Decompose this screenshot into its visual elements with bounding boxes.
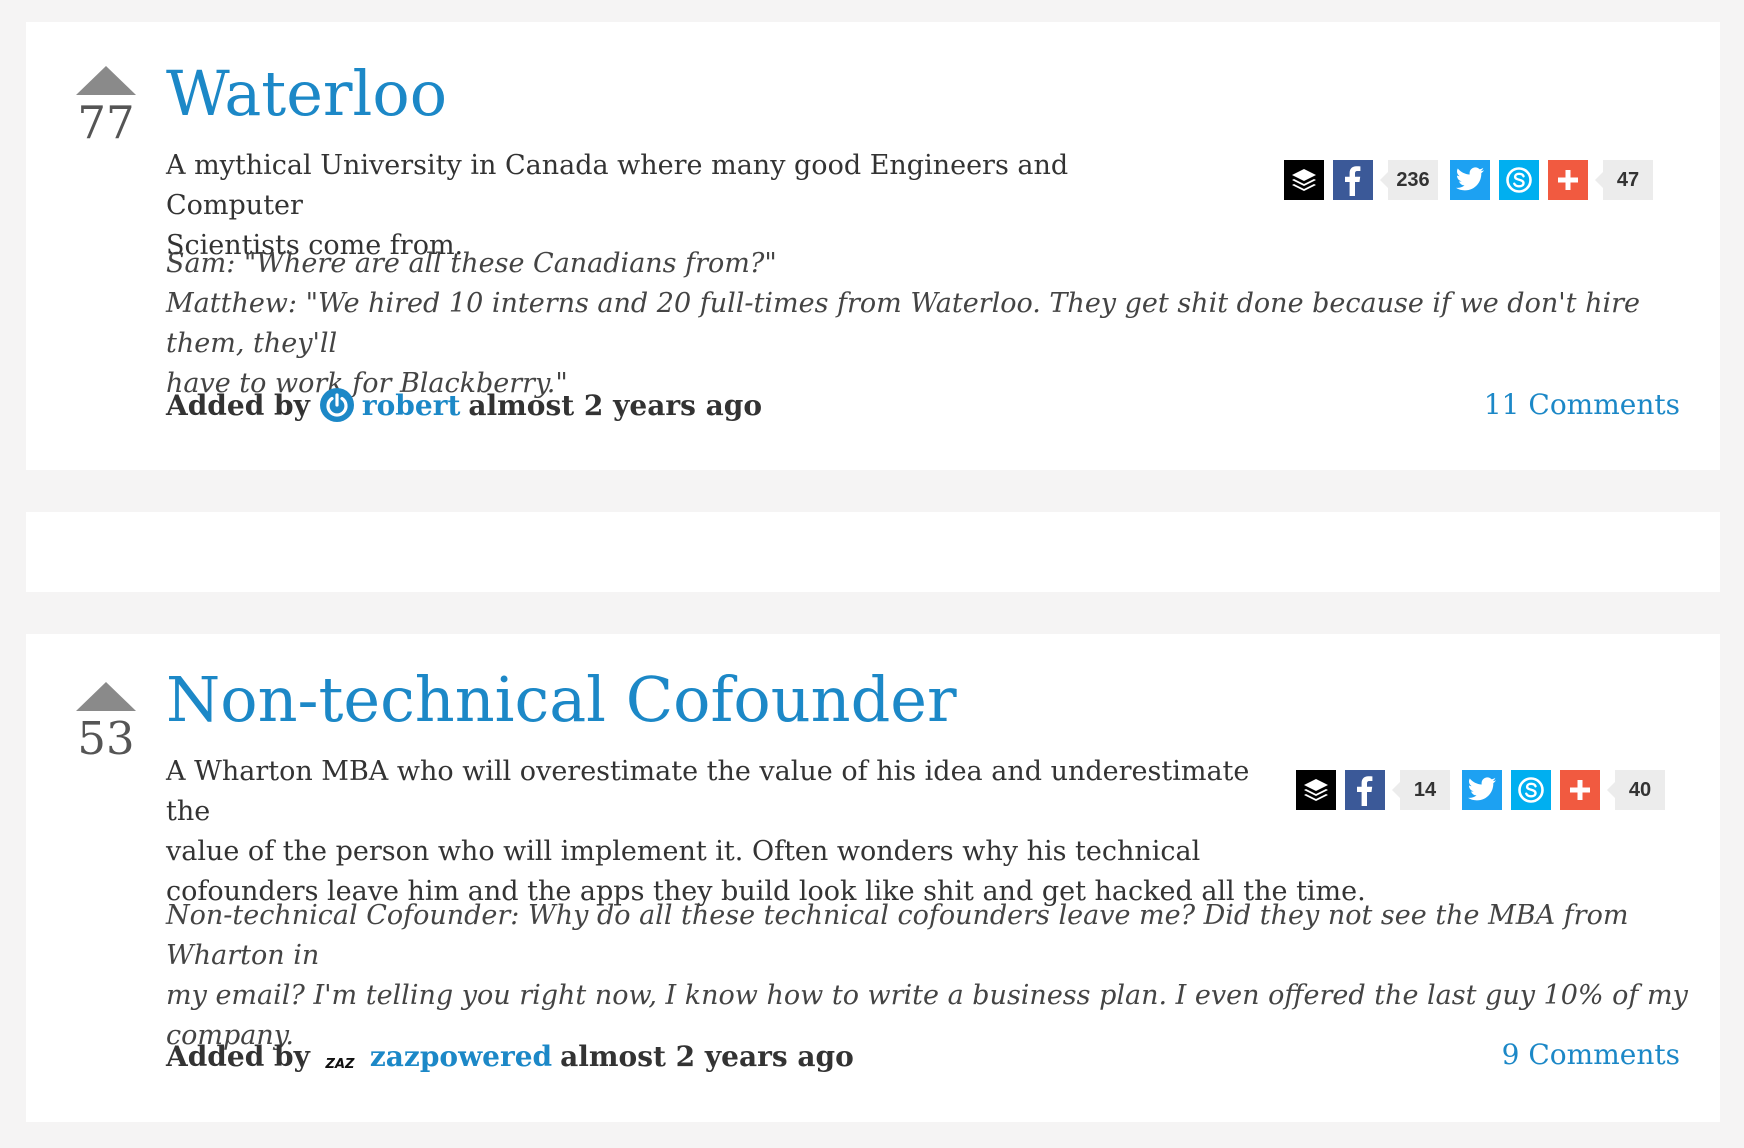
time-ago: almost 2 years ago bbox=[468, 388, 763, 422]
share-bar: 236 47 bbox=[1284, 160, 1653, 200]
author-link[interactable]: robert bbox=[362, 389, 461, 422]
upvote-arrow-icon[interactable] bbox=[76, 682, 136, 711]
facebook-icon bbox=[1345, 166, 1361, 196]
plus-icon bbox=[1570, 780, 1590, 800]
buffer-share-button[interactable] bbox=[1284, 160, 1324, 200]
twitter-icon bbox=[1455, 167, 1485, 191]
facebook-share-count: 236 bbox=[1380, 160, 1438, 200]
entry-title-link[interactable]: Waterloo bbox=[166, 58, 447, 130]
added-by-label: Added by bbox=[166, 1040, 310, 1073]
avatar[interactable] bbox=[319, 388, 354, 422]
definition-card: 53 Non-technical Cofounder A Wharton MBA… bbox=[26, 634, 1720, 1122]
more-share-button[interactable] bbox=[1560, 770, 1600, 810]
facebook-share-count: 14 bbox=[1392, 770, 1450, 810]
comments-link[interactable]: 11 Comments bbox=[1484, 388, 1680, 421]
buffer-icon bbox=[1292, 169, 1316, 191]
svg-text:ZAZ: ZAZ bbox=[324, 1057, 354, 1072]
twitter-share-button[interactable] bbox=[1450, 160, 1490, 200]
description-line: value of the person who will implement i… bbox=[166, 836, 1201, 867]
spacer-card bbox=[26, 512, 1720, 592]
vote-widget: 53 bbox=[76, 682, 136, 763]
time-ago: almost 2 years ago bbox=[560, 1040, 854, 1073]
quote-line: Sam: "Where are all these Canadians from… bbox=[166, 248, 777, 279]
vote-widget: 77 bbox=[76, 66, 136, 147]
author-link[interactable]: zazpowered bbox=[370, 1040, 552, 1073]
vote-count: 53 bbox=[77, 712, 135, 765]
quote-line: Non-technical Cofounder: Why do all thes… bbox=[166, 900, 1629, 971]
description-line: A Wharton MBA who will overestimate the … bbox=[166, 756, 1250, 827]
byline: Added by ZAZ zazpowered almost 2 years a… bbox=[166, 1040, 854, 1073]
share-bar: 14 40 bbox=[1296, 770, 1665, 810]
skype-share-button[interactable] bbox=[1499, 160, 1539, 200]
upvote-arrow-icon[interactable] bbox=[76, 66, 136, 95]
example-quote: Sam: "Where are all these Canadians from… bbox=[166, 244, 1706, 404]
avatar[interactable]: ZAZ bbox=[320, 1047, 360, 1072]
power-icon bbox=[326, 393, 348, 417]
facebook-icon bbox=[1357, 776, 1373, 806]
added-by-label: Added by bbox=[166, 388, 310, 422]
quote-line: Matthew: "We hired 10 interns and 20 ful… bbox=[166, 288, 1640, 359]
example-quote: Non-technical Cofounder: Why do all thes… bbox=[166, 896, 1706, 1056]
total-share-count: 40 bbox=[1607, 770, 1665, 810]
entry-title-link[interactable]: Non-technical Cofounder bbox=[166, 664, 957, 736]
facebook-share-button[interactable] bbox=[1345, 770, 1385, 810]
skype-share-button[interactable] bbox=[1511, 770, 1551, 810]
quote-line: my email? I'm telling you right now, I k… bbox=[166, 980, 1688, 1011]
buffer-share-button[interactable] bbox=[1296, 770, 1336, 810]
skype-icon bbox=[1506, 167, 1532, 193]
comments-link[interactable]: 9 Comments bbox=[1502, 1038, 1680, 1071]
buffer-icon bbox=[1304, 779, 1328, 801]
vote-count: 77 bbox=[77, 96, 135, 149]
description-line: A mythical University in Canada where ma… bbox=[166, 150, 1069, 221]
more-share-button[interactable] bbox=[1548, 160, 1588, 200]
twitter-icon bbox=[1467, 777, 1497, 801]
twitter-share-button[interactable] bbox=[1462, 770, 1502, 810]
facebook-share-button[interactable] bbox=[1333, 160, 1373, 200]
byline: Added by robert almost 2 years ago bbox=[166, 388, 762, 422]
definition-card: 77 Waterloo A mythical University in Can… bbox=[26, 22, 1720, 470]
zaz-logo-icon: ZAZ bbox=[324, 1057, 354, 1072]
total-share-count: 47 bbox=[1595, 160, 1653, 200]
entry-description: A Wharton MBA who will overestimate the … bbox=[166, 752, 1366, 912]
skype-icon bbox=[1518, 777, 1544, 803]
plus-icon bbox=[1558, 170, 1578, 190]
